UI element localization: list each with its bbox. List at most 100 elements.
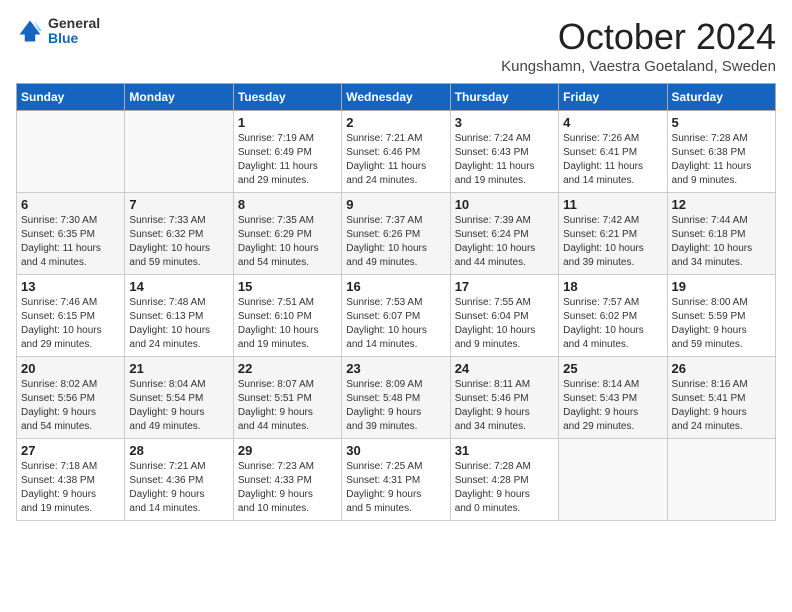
day-number: 15	[238, 279, 337, 294]
calendar-cell: 1 Sunrise: 7:19 AM Sunset: 6:49 PM Daylig…	[233, 111, 341, 193]
day-number: 22	[238, 361, 337, 376]
day-number: 5	[672, 115, 771, 130]
day-number: 7	[129, 197, 228, 212]
day-number: 12	[672, 197, 771, 212]
day-info: Sunrise: 8:09 AM Sunset: 5:48 PM Dayligh…	[346, 378, 445, 434]
logo-icon	[16, 17, 44, 45]
calendar-cell: 18 Sunrise: 7:57 AM Sunset: 6:02 PM Dayli…	[559, 275, 667, 357]
title-area: October 2024 Kungshamn, Vaestra Goetalan…	[501, 16, 776, 75]
day-number: 26	[672, 361, 771, 376]
day-info: Sunrise: 7:24 AM Sunset: 6:43 PM Dayligh…	[455, 132, 554, 188]
day-number: 23	[346, 361, 445, 376]
day-number: 10	[455, 197, 554, 212]
header: General Blue October 2024 Kungshamn, Vae…	[16, 16, 776, 75]
day-info: Sunrise: 7:46 AM Sunset: 6:15 PM Dayligh…	[21, 296, 120, 352]
calendar-cell: 21 Sunrise: 8:04 AM Sunset: 5:54 PM Dayli…	[125, 357, 233, 439]
day-number: 17	[455, 279, 554, 294]
calendar-cell: 27 Sunrise: 7:18 AM Sunset: 4:38 PM Dayli…	[17, 439, 125, 521]
location-title: Kungshamn, Vaestra Goetaland, Sweden	[501, 58, 776, 75]
day-info: Sunrise: 7:30 AM Sunset: 6:35 PM Dayligh…	[21, 214, 120, 270]
calendar-cell: 24 Sunrise: 8:11 AM Sunset: 5:46 PM Dayli…	[450, 357, 558, 439]
day-info: Sunrise: 7:25 AM Sunset: 4:31 PM Dayligh…	[346, 460, 445, 516]
logo: General Blue	[16, 16, 100, 47]
day-number: 20	[21, 361, 120, 376]
day-number: 16	[346, 279, 445, 294]
day-info: Sunrise: 8:02 AM Sunset: 5:56 PM Dayligh…	[21, 378, 120, 434]
day-info: Sunrise: 8:14 AM Sunset: 5:43 PM Dayligh…	[563, 378, 662, 434]
day-info: Sunrise: 7:28 AM Sunset: 4:28 PM Dayligh…	[455, 460, 554, 516]
day-number: 3	[455, 115, 554, 130]
calendar-cell	[125, 111, 233, 193]
day-info: Sunrise: 7:51 AM Sunset: 6:10 PM Dayligh…	[238, 296, 337, 352]
calendar-cell: 3 Sunrise: 7:24 AM Sunset: 6:43 PM Daylig…	[450, 111, 558, 193]
calendar-cell: 29 Sunrise: 7:23 AM Sunset: 4:33 PM Dayli…	[233, 439, 341, 521]
calendar-cell: 6Sunrise: 7:30 AM Sunset: 6:35 PM Daylig…	[17, 193, 125, 275]
day-number: 29	[238, 443, 337, 458]
calendar-cell: 5 Sunrise: 7:28 AM Sunset: 6:38 PM Daylig…	[667, 111, 775, 193]
calendar-week-row: 20 Sunrise: 8:02 AM Sunset: 5:56 PM Dayli…	[17, 357, 776, 439]
weekday-header: Saturday	[667, 84, 775, 111]
day-number: 8	[238, 197, 337, 212]
logo-general: General	[48, 16, 100, 31]
day-number: 27	[21, 443, 120, 458]
weekday-header: Tuesday	[233, 84, 341, 111]
month-title: October 2024	[501, 16, 776, 58]
calendar-cell: 17 Sunrise: 7:55 AM Sunset: 6:04 PM Dayli…	[450, 275, 558, 357]
day-number: 1	[238, 115, 337, 130]
weekday-header-row: SundayMondayTuesdayWednesdayThursdayFrid…	[17, 84, 776, 111]
calendar-cell: 7 Sunrise: 7:33 AM Sunset: 6:32 PM Daylig…	[125, 193, 233, 275]
day-number: 2	[346, 115, 445, 130]
calendar-cell: 19Sunrise: 8:00 AM Sunset: 5:59 PM Dayli…	[667, 275, 775, 357]
calendar-cell	[17, 111, 125, 193]
day-info: Sunrise: 7:18 AM Sunset: 4:38 PM Dayligh…	[21, 460, 120, 516]
logo-text: General Blue	[48, 16, 100, 47]
day-info: Sunrise: 8:11 AM Sunset: 5:46 PM Dayligh…	[455, 378, 554, 434]
calendar-cell: 15 Sunrise: 7:51 AM Sunset: 6:10 PM Dayli…	[233, 275, 341, 357]
day-info: Sunrise: 8:16 AM Sunset: 5:41 PM Dayligh…	[672, 378, 771, 434]
calendar-week-row: 27 Sunrise: 7:18 AM Sunset: 4:38 PM Dayli…	[17, 439, 776, 521]
day-info: Sunrise: 7:48 AM Sunset: 6:13 PM Dayligh…	[129, 296, 228, 352]
day-info: Sunrise: 7:21 AM Sunset: 6:46 PM Dayligh…	[346, 132, 445, 188]
logo-blue: Blue	[48, 31, 100, 46]
calendar-cell: 26 Sunrise: 8:16 AM Sunset: 5:41 PM Dayli…	[667, 357, 775, 439]
day-info: Sunrise: 7:35 AM Sunset: 6:29 PM Dayligh…	[238, 214, 337, 270]
day-info: Sunrise: 7:44 AM Sunset: 6:18 PM Dayligh…	[672, 214, 771, 270]
calendar-week-row: 6Sunrise: 7:30 AM Sunset: 6:35 PM Daylig…	[17, 193, 776, 275]
day-number: 18	[563, 279, 662, 294]
calendar-cell: 12 Sunrise: 7:44 AM Sunset: 6:18 PM Dayli…	[667, 193, 775, 275]
day-info: Sunrise: 7:42 AM Sunset: 6:21 PM Dayligh…	[563, 214, 662, 270]
day-info: Sunrise: 7:26 AM Sunset: 6:41 PM Dayligh…	[563, 132, 662, 188]
calendar-cell: 13 Sunrise: 7:46 AM Sunset: 6:15 PM Dayli…	[17, 275, 125, 357]
calendar-cell: 28 Sunrise: 7:21 AM Sunset: 4:36 PM Dayli…	[125, 439, 233, 521]
day-number: 24	[455, 361, 554, 376]
calendar-cell: 31 Sunrise: 7:28 AM Sunset: 4:28 PM Dayli…	[450, 439, 558, 521]
day-number: 13	[21, 279, 120, 294]
calendar-cell: 4Sunrise: 7:26 AM Sunset: 6:41 PM Daylig…	[559, 111, 667, 193]
day-number: 28	[129, 443, 228, 458]
day-info: Sunrise: 7:37 AM Sunset: 6:26 PM Dayligh…	[346, 214, 445, 270]
day-number: 21	[129, 361, 228, 376]
weekday-header: Thursday	[450, 84, 558, 111]
calendar-week-row: 1 Sunrise: 7:19 AM Sunset: 6:49 PM Daylig…	[17, 111, 776, 193]
day-info: Sunrise: 7:33 AM Sunset: 6:32 PM Dayligh…	[129, 214, 228, 270]
day-info: Sunrise: 7:23 AM Sunset: 4:33 PM Dayligh…	[238, 460, 337, 516]
calendar-cell	[667, 439, 775, 521]
day-info: Sunrise: 7:19 AM Sunset: 6:49 PM Dayligh…	[238, 132, 337, 188]
calendar-cell: 30 Sunrise: 7:25 AM Sunset: 4:31 PM Dayli…	[342, 439, 450, 521]
calendar-cell: 10Sunrise: 7:39 AM Sunset: 6:24 PM Dayli…	[450, 193, 558, 275]
calendar-cell: 14 Sunrise: 7:48 AM Sunset: 6:13 PM Dayli…	[125, 275, 233, 357]
day-info: Sunrise: 7:55 AM Sunset: 6:04 PM Dayligh…	[455, 296, 554, 352]
day-info: Sunrise: 8:07 AM Sunset: 5:51 PM Dayligh…	[238, 378, 337, 434]
calendar-week-row: 13 Sunrise: 7:46 AM Sunset: 6:15 PM Dayli…	[17, 275, 776, 357]
calendar-table: SundayMondayTuesdayWednesdayThursdayFrid…	[16, 83, 776, 521]
day-number: 14	[129, 279, 228, 294]
day-info: Sunrise: 8:00 AM Sunset: 5:59 PM Dayligh…	[672, 296, 771, 352]
weekday-header: Sunday	[17, 84, 125, 111]
day-number: 30	[346, 443, 445, 458]
day-info: Sunrise: 7:28 AM Sunset: 6:38 PM Dayligh…	[672, 132, 771, 188]
weekday-header: Friday	[559, 84, 667, 111]
day-info: Sunrise: 7:57 AM Sunset: 6:02 PM Dayligh…	[563, 296, 662, 352]
day-info: Sunrise: 7:21 AM Sunset: 4:36 PM Dayligh…	[129, 460, 228, 516]
day-number: 31	[455, 443, 554, 458]
day-info: Sunrise: 8:04 AM Sunset: 5:54 PM Dayligh…	[129, 378, 228, 434]
